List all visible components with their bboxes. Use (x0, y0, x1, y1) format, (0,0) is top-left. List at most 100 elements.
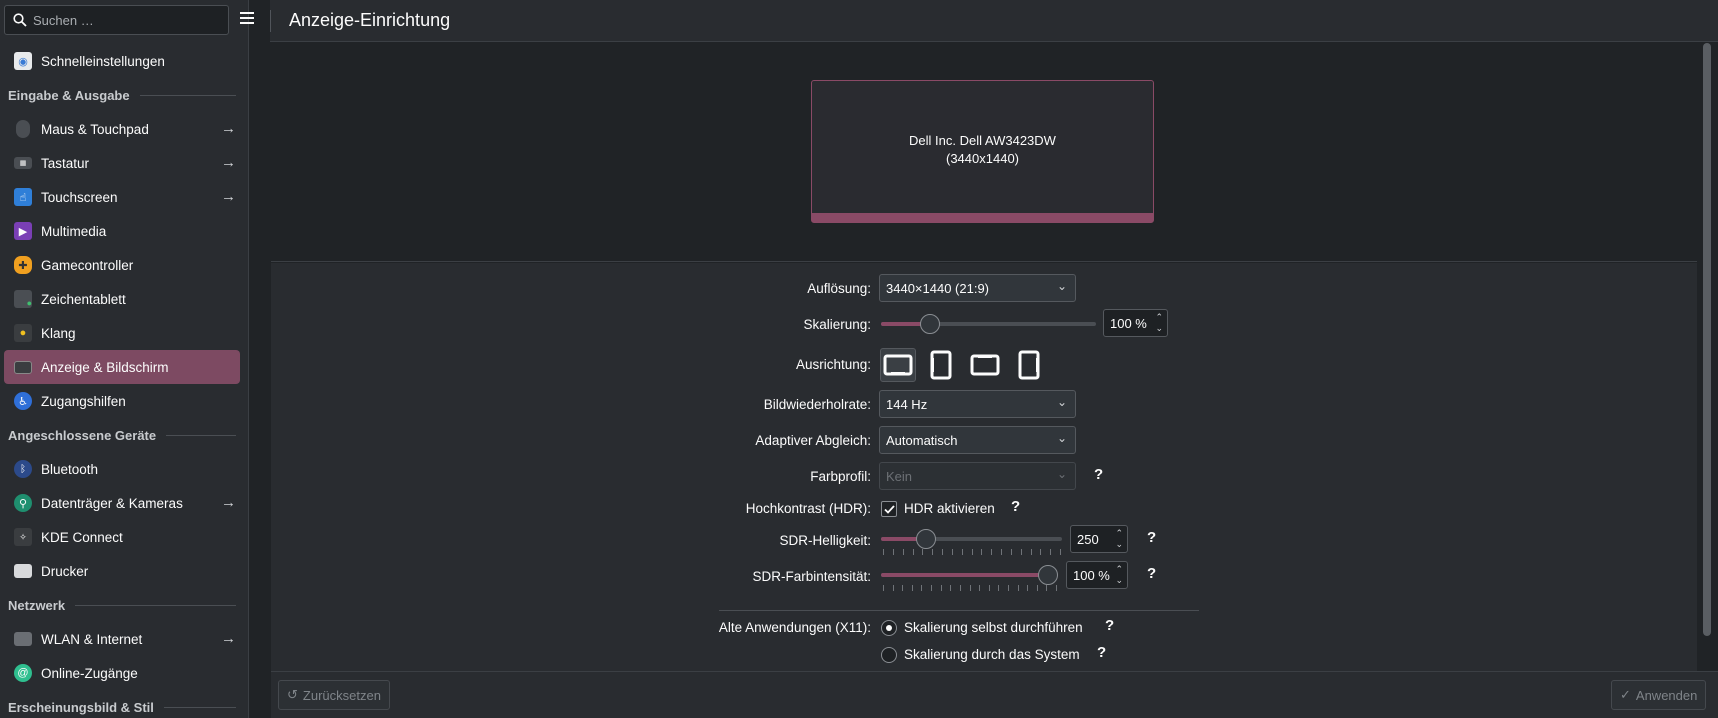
legacy-apps-label: Alte Anwendungen (X11): (718, 620, 871, 635)
search-input[interactable] (33, 12, 213, 28)
gamepad-icon: ✚ (14, 256, 32, 274)
orientation-landscape-button[interactable] (880, 348, 916, 382)
slider-handle[interactable] (920, 314, 940, 334)
legacy-option-self-label[interactable]: Skalierung selbst durchführen (904, 620, 1083, 635)
sdr-brightness-label: SDR-Helligkeit: (779, 533, 871, 548)
orientation-flipped-button[interactable] (967, 348, 1003, 382)
check-icon: ✓ (1620, 687, 1631, 702)
sidebar-item-label: Drucker (41, 563, 89, 579)
slider-handle[interactable] (916, 529, 936, 549)
arrow-right-icon: → (221, 188, 236, 205)
touchscreen-icon: ☝ (14, 188, 32, 206)
slider-handle[interactable] (1038, 565, 1058, 585)
reset-label: Zurücksetzen (302, 687, 381, 703)
quick-settings-icon: ◉ (14, 52, 32, 70)
monitor-tile[interactable]: Dell Inc. Dell AW3423DW (3440x1440) (811, 80, 1154, 223)
speaker-icon: ● (14, 324, 32, 342)
monitor-name: Dell Inc. Dell AW3423DW (909, 133, 1056, 148)
sdr-brightness-spinbox[interactable]: 250 ⌃ ⌄ (1070, 525, 1128, 553)
hdr-checkbox-label[interactable]: HDR aktivieren (904, 501, 995, 516)
help-icon[interactable]: ? (1094, 466, 1103, 483)
legacy-option-self-radio[interactable] (881, 620, 897, 636)
spin-arrows-icon[interactable]: ⌃ ⌄ (1115, 528, 1123, 550)
section-divider (719, 610, 1199, 611)
checkmark-icon (883, 504, 895, 514)
adaptive-sync-combo[interactable]: Automatisch ⌄ (879, 426, 1076, 454)
spin-arrows-icon[interactable]: ⌃ ⌄ (1155, 312, 1163, 334)
help-icon[interactable]: ? (1011, 498, 1020, 515)
main-scrollbar[interactable] (1703, 43, 1711, 636)
sidebar-item-label: WLAN & Internet (41, 631, 143, 647)
menu-icon[interactable] (240, 11, 256, 29)
help-icon[interactable]: ? (1147, 529, 1156, 546)
sidebar-item-wifi[interactable]: WLAN & Internet → (4, 622, 240, 656)
help-icon[interactable]: ? (1147, 565, 1156, 582)
bluetooth-icon: ᛒ (14, 460, 32, 478)
scaling-value: 100 % (1110, 315, 1147, 331)
scaling-slider[interactable] (881, 314, 1096, 334)
scaling-spinbox[interactable]: 100 % ⌃ ⌄ (1103, 309, 1168, 337)
section-network: Netzwerk (0, 588, 244, 622)
resolution-value: 3440×1440 (21:9) (886, 280, 990, 296)
refresh-value: 144 Hz (886, 396, 928, 412)
sidebar-item-tablet[interactable]: ● Zeichentablett (4, 282, 240, 316)
sidebar-item-bluetooth[interactable]: ᛒ Bluetooth (4, 452, 240, 486)
sdr-color-spinbox[interactable]: 100 % ⌃ ⌄ (1066, 561, 1128, 589)
keyboard-icon: ▦ (14, 157, 32, 169)
resolution-label: Auflösung: (807, 281, 871, 296)
sidebar-item-multimedia[interactable]: ▶ Multimedia (4, 214, 240, 248)
arrow-right-icon: → (221, 630, 236, 647)
sidebar-item-accessibility[interactable]: ♿ Zugangshilfen (4, 384, 240, 418)
sidebar-item-mouse[interactable]: Maus & Touchpad → (4, 112, 240, 146)
sidebar-item-label: Tastatur (41, 155, 90, 171)
landscape-flipped-icon (970, 354, 1000, 376)
color-profile-combo[interactable]: Kein ⌄ (879, 462, 1076, 490)
arrow-right-icon: → (221, 120, 236, 137)
orientation-label: Ausrichtung: (795, 357, 871, 372)
sidebar-item-sound[interactable]: ● Klang (4, 316, 240, 350)
portrait-left-icon (930, 350, 952, 380)
sdr-brightness-slider[interactable] (881, 529, 1062, 555)
sdr-color-slider[interactable] (881, 565, 1058, 591)
sidebar-item-label: Schnelleinstellungen (41, 53, 165, 69)
portrait-right-icon (1018, 350, 1040, 380)
slider-ticks (881, 549, 1062, 555)
scaling-label: Skalierung: (803, 317, 871, 332)
help-icon[interactable]: ? (1105, 617, 1114, 634)
section-title: Netzwerk (8, 597, 66, 613)
search-box[interactable] (4, 5, 229, 35)
sidebar-item-kde-connect[interactable]: ✧ KDE Connect (4, 520, 240, 554)
sidebar-item-quick-settings[interactable]: ◉ Schnelleinstellungen (4, 44, 240, 78)
usb-icon: ⚲ (14, 494, 32, 512)
color-profile-value: Kein (886, 468, 913, 484)
sidebar-item-printer[interactable]: Drucker (4, 554, 240, 588)
search-icon (13, 13, 27, 27)
orientation-portrait-right-button[interactable] (1011, 348, 1047, 382)
orientation-portrait-left-button[interactable] (923, 348, 959, 382)
section-input-output: Eingabe & Ausgabe (0, 78, 244, 112)
refresh-label: Bildwiederholrate: (763, 397, 871, 412)
refresh-combo[interactable]: 144 Hz ⌄ (879, 390, 1076, 418)
sidebar-item-online-accounts[interactable]: @ Online-Zugänge (4, 656, 240, 690)
sidebar: ◉ Schnelleinstellungen Eingabe & Ausgabe… (0, 0, 249, 718)
sidebar-item-label: Zeichentablett (41, 291, 126, 307)
sidebar-item-keyboard[interactable]: ▦ Tastatur → (4, 146, 240, 180)
arrow-right-icon: → (221, 494, 236, 511)
sidebar-item-label: KDE Connect (41, 529, 123, 545)
sidebar-item-display[interactable]: Anzeige & Bildschirm (4, 350, 240, 384)
legacy-option-system-label[interactable]: Skalierung durch das System (904, 647, 1080, 662)
sidebar-item-touchscreen[interactable]: ☝ Touchscreen → (4, 180, 240, 214)
resolution-combo[interactable]: 3440×1440 (21:9) ⌄ (879, 274, 1076, 302)
sidebar-item-label: Touchscreen (41, 189, 118, 205)
sidebar-item-storage[interactable]: ⚲ Datenträger & Kameras → (4, 486, 240, 520)
sidebar-item-gamecontroller[interactable]: ✚ Gamecontroller (4, 248, 240, 282)
sidebar-item-label: Datenträger & Kameras (41, 495, 183, 511)
spin-arrows-icon[interactable]: ⌃ ⌄ (1115, 564, 1123, 586)
apply-button[interactable]: ✓ Anwenden (1611, 680, 1707, 710)
reset-button[interactable]: ↺ Zurücksetzen (278, 680, 390, 710)
chevron-down-icon: ⌄ (1056, 431, 1067, 445)
chevron-down-icon: ⌄ (1056, 395, 1067, 409)
help-icon[interactable]: ? (1097, 644, 1106, 661)
hdr-checkbox[interactable] (881, 501, 897, 517)
legacy-option-system-radio[interactable] (881, 647, 897, 663)
